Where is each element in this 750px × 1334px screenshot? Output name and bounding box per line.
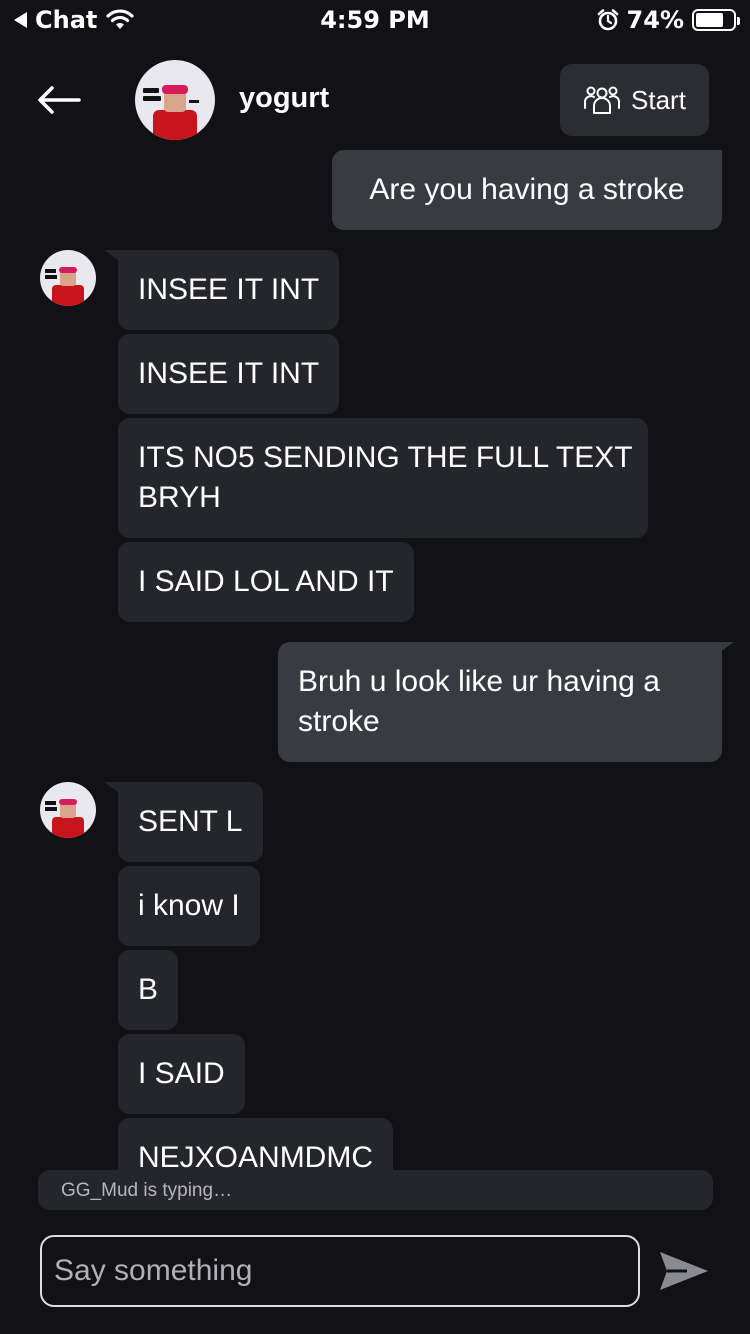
message-incoming[interactable]: SENT L (118, 782, 263, 862)
people-group-icon (584, 86, 621, 114)
message-incoming[interactable]: i know I (118, 866, 260, 946)
message-incoming[interactable]: INSEE IT INT (118, 250, 340, 330)
battery-icon (692, 9, 740, 31)
typing-indicator: GG_Mud is typing… (38, 1170, 713, 1210)
message-text-line: Bruh u look like ur having a (298, 665, 660, 698)
start-label: Start (631, 84, 686, 115)
message-incoming[interactable]: B (118, 950, 179, 1030)
message-text: I SAID (138, 1057, 225, 1090)
message-text-line: ITS NO5 SENDING THE FULL TEXT (138, 441, 633, 474)
contact-avatar[interactable] (135, 60, 215, 140)
send-button[interactable] (656, 1248, 712, 1294)
wifi-icon (106, 9, 134, 29)
message-text: INSEE IT INT (138, 357, 320, 390)
message-text: SENT L (138, 805, 243, 838)
message-incoming[interactable]: I SAID LOL AND IT (118, 542, 414, 622)
message-incoming[interactable]: I SAID (118, 1034, 245, 1114)
battery-percent: 74% (626, 6, 684, 34)
message-text: I SAID LOL AND IT (138, 565, 394, 598)
status-bar: Chat 4:59 PM 74% (0, 0, 750, 42)
back-button[interactable] (34, 80, 84, 120)
back-triangle-icon (14, 12, 27, 28)
message-text: i know I (138, 889, 240, 922)
message-text-line: BRYH (138, 481, 221, 514)
sender-avatar[interactable] (40, 782, 96, 838)
status-back-to-app[interactable]: Chat (14, 6, 135, 34)
message-text: Are you having a stroke (369, 173, 685, 206)
status-back-app-label: Chat (35, 6, 98, 34)
sender-avatar[interactable] (40, 250, 96, 306)
send-icon (660, 1252, 708, 1290)
message-outgoing[interactable]: Are you having a stroke (332, 150, 722, 230)
message-text: INSEE IT INT (138, 273, 320, 306)
contact-name[interactable]: yogurt (239, 82, 329, 115)
message-outgoing[interactable]: Bruh u look like ur having a stroke (278, 642, 722, 762)
message-input-box[interactable] (40, 1235, 640, 1307)
alarm-icon (597, 9, 618, 31)
message-text-line: stroke (298, 705, 380, 738)
message-text: B (138, 973, 159, 1006)
message-incoming[interactable]: ITS NO5 SENDING THE FULL TEXT BRYH (118, 418, 648, 538)
start-group-button[interactable]: Start (560, 64, 709, 136)
message-input[interactable] (54, 1254, 626, 1288)
arrow-left-icon (38, 86, 81, 114)
message-incoming[interactable]: INSEE IT INT (118, 334, 340, 414)
